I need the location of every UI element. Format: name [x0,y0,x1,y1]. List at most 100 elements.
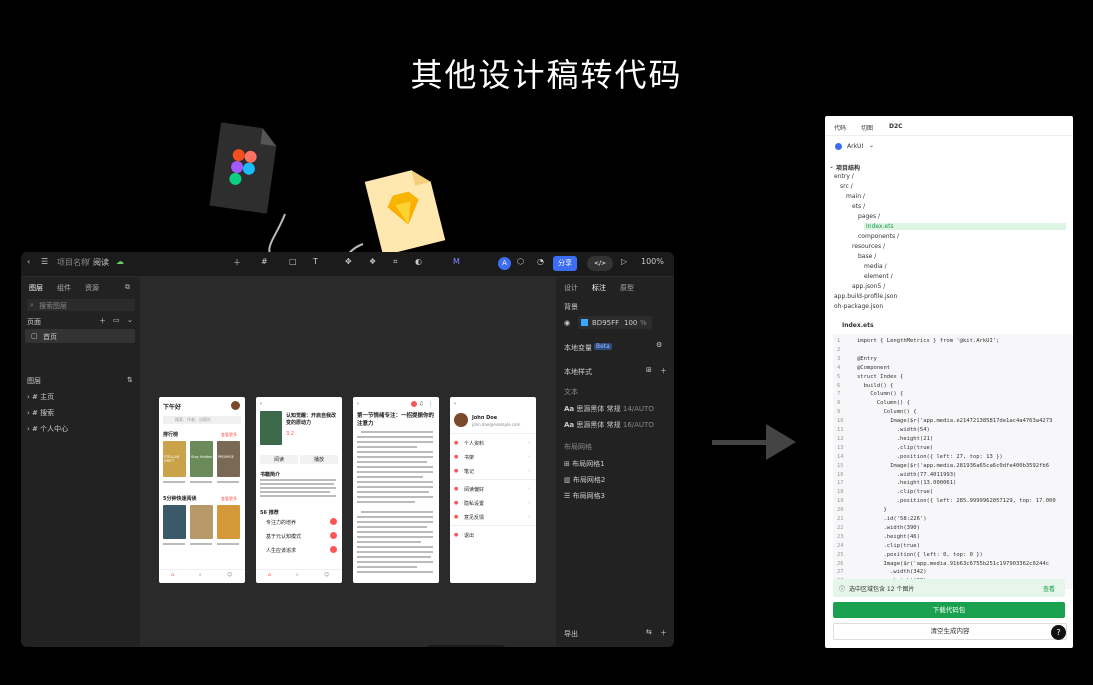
add-style-icon[interactable]: ＋ [660,366,667,376]
tab-design[interactable]: 设计 [564,283,578,293]
grid-style-item[interactable]: ☰ 布局网格3 [564,491,605,501]
tab-layers[interactable]: 图层 [29,283,43,293]
share-button[interactable]: 分享 [553,256,577,271]
grid-view-icon[interactable]: ⊞ [646,366,652,374]
ai-logo-icon[interactable]: Ⅿ [453,257,460,266]
expand-icon[interactable]: › # [27,425,38,433]
settings-icon[interactable]: ⚙ [656,341,662,349]
help-button[interactable]: ? [1051,625,1066,640]
page-name[interactable]: 阅读 [93,257,109,268]
frame-icon[interactable]: # [261,257,268,266]
artboard-home[interactable]: 下午好 搜索、作者、出版社 排行榜 查看更多 STELLAR DRIFT Sta… [159,397,245,583]
zoom-level[interactable]: 100% [641,257,664,266]
book-cover[interactable]: STELLAR DRIFT [163,441,186,477]
bg-hex[interactable]: BD95FF [592,319,619,327]
eye-icon[interactable]: ◉ [564,319,570,327]
tree-item[interactable]: app.build-profile.json [834,293,897,300]
tab-home-icon[interactable]: ⌂ [268,572,271,578]
search-input[interactable]: 搜索图层 [39,301,67,311]
view-link[interactable]: 查看 [1043,584,1055,593]
tree-item[interactable]: base / [858,253,876,260]
page-item-home[interactable]: ▢ 首页 [25,329,135,343]
search-box[interactable]: ⌕ 搜索图层 [27,299,135,311]
back-icon[interactable]: ‹ [454,401,456,407]
rec-more-link[interactable]: 查看更多 [221,496,237,502]
book-cover[interactable] [163,505,186,539]
add-export-icon[interactable]: ＋ [660,628,667,638]
color-swatch[interactable] [581,319,588,326]
record-icon[interactable] [411,401,417,407]
crop-icon[interactable]: ⌗ [393,257,398,267]
chevron-down-icon[interactable]: ⌄ [127,316,133,324]
shape-icon[interactable]: □ [289,257,297,266]
play-icon[interactable] [330,518,337,525]
layer-item-profile[interactable]: › # 个人中心 [27,424,68,434]
text-style-item[interactable]: Aa 思源黑体 常规 14/AUTO [564,404,654,414]
artboard-reader[interactable]: ‹ ♫ ⋮ 第一节情绪专注：一招提振你的注意力 [353,397,439,583]
book-cover[interactable]: Stay Hidden [190,441,213,477]
play-icon[interactable]: ▷ [621,257,627,266]
tab-components[interactable]: 组件 [57,283,71,293]
tab-annotation[interactable]: 标注 [592,283,606,293]
tab-profile-icon[interactable]: ☺ [227,572,232,578]
canvas[interactable]: 下午好 搜索、作者、出版社 排行榜 查看更多 STELLAR DRIFT Sta… [141,277,555,647]
chapter-item[interactable]: 专注力的培养 [266,519,296,526]
rank-more-link[interactable]: 查看更多 [221,432,237,438]
download-button[interactable]: 下载代码包 [833,602,1065,618]
mask-icon[interactable]: ◐ [415,257,422,266]
expand-icon[interactable]: › # [27,393,38,401]
more-icon[interactable]: ⋮ [428,401,433,407]
bell-icon[interactable]: ◔ [537,257,544,266]
back-icon[interactable]: ‹ [27,257,30,266]
tab-prototype[interactable]: 原型 [620,283,634,293]
menu-icon[interactable]: ☰ [41,257,48,266]
text-style-item[interactable]: Aa 思源黑体 常规 16/AUTO [564,420,654,430]
artboard-detail[interactable]: ‹ 认知觉醒：开启自我改变的原动力 3.2 阅读 播放 书籍简介 56 推荐 专… [256,397,342,583]
text-tool-icon[interactable]: T [313,257,318,266]
tree-item[interactable]: components / [858,233,899,240]
tree-item[interactable]: pages / [858,213,880,220]
chapter-item[interactable]: 人生应该追求 [266,547,296,554]
tree-collapse-icon[interactable]: ⌄ [829,163,834,170]
avatar[interactable]: A [498,257,511,270]
bg-opacity[interactable]: 100 [624,319,637,327]
tree-item[interactable]: main / [846,193,865,200]
listen-button[interactable]: 播放 [300,455,338,464]
library-icon[interactable]: ⧉ [125,283,130,292]
back-icon[interactable]: ‹ [357,401,359,407]
add-page-icon[interactable]: ＋ [99,316,106,326]
tab-code[interactable]: 代码 [834,123,846,132]
component-icon[interactable]: ❖ [369,257,376,266]
tree-item[interactable]: media / [864,263,887,270]
sort-icon[interactable]: ⇅ [127,376,133,384]
plugin-icon[interactable]: ⬡ [517,257,524,266]
code-editor[interactable]: 1 import { LengthMetrics } from '@kit.Ark… [833,334,1073,589]
export-settings-icon[interactable]: ⇆ [646,628,652,636]
code-toggle[interactable]: </> [587,256,613,271]
play-icon[interactable] [330,546,337,553]
project-name[interactable]: 项目名称 [57,257,89,268]
tree-item[interactable]: oh-package.json [834,303,883,310]
tree-item[interactable]: Index.ets [864,223,1066,230]
layer-item-home[interactable]: › # 主页 [27,392,54,402]
tree-item[interactable]: src / [840,183,853,190]
file-tab[interactable]: Index.ets [842,322,874,329]
tab-slice[interactable]: 切图 [861,123,873,132]
add-icon[interactable]: ＋ [233,257,241,268]
grid-style-item[interactable]: ⊞ 布局网格1 [564,459,605,469]
tab-search-icon[interactable]: ⌕ [296,572,299,578]
bg-color-field[interactable]: BD95FF 100 % [578,316,652,329]
artboard-profile[interactable]: ‹ John Doe john.doe@example.com ● 个人资料 › ●… [450,397,536,583]
read-button[interactable]: 阅读 [260,455,298,464]
layer-item-search[interactable]: › # 搜索 [27,408,54,418]
tab-search-icon[interactable]: ⌕ [199,572,202,578]
folder-icon[interactable]: ▭ [113,316,120,324]
tree-item[interactable]: ets / [852,203,865,210]
back-icon[interactable]: ‹ [260,401,262,407]
tab-d2c[interactable]: D2C [889,123,903,130]
tree-item[interactable]: resources / [852,243,885,250]
chapter-item[interactable]: 基于元认知模式 [266,533,301,540]
book-cover[interactable]: PROMISE [217,441,240,477]
search-bar[interactable]: 搜索、作者、出版社 [163,416,241,424]
play-icon[interactable] [330,532,337,539]
